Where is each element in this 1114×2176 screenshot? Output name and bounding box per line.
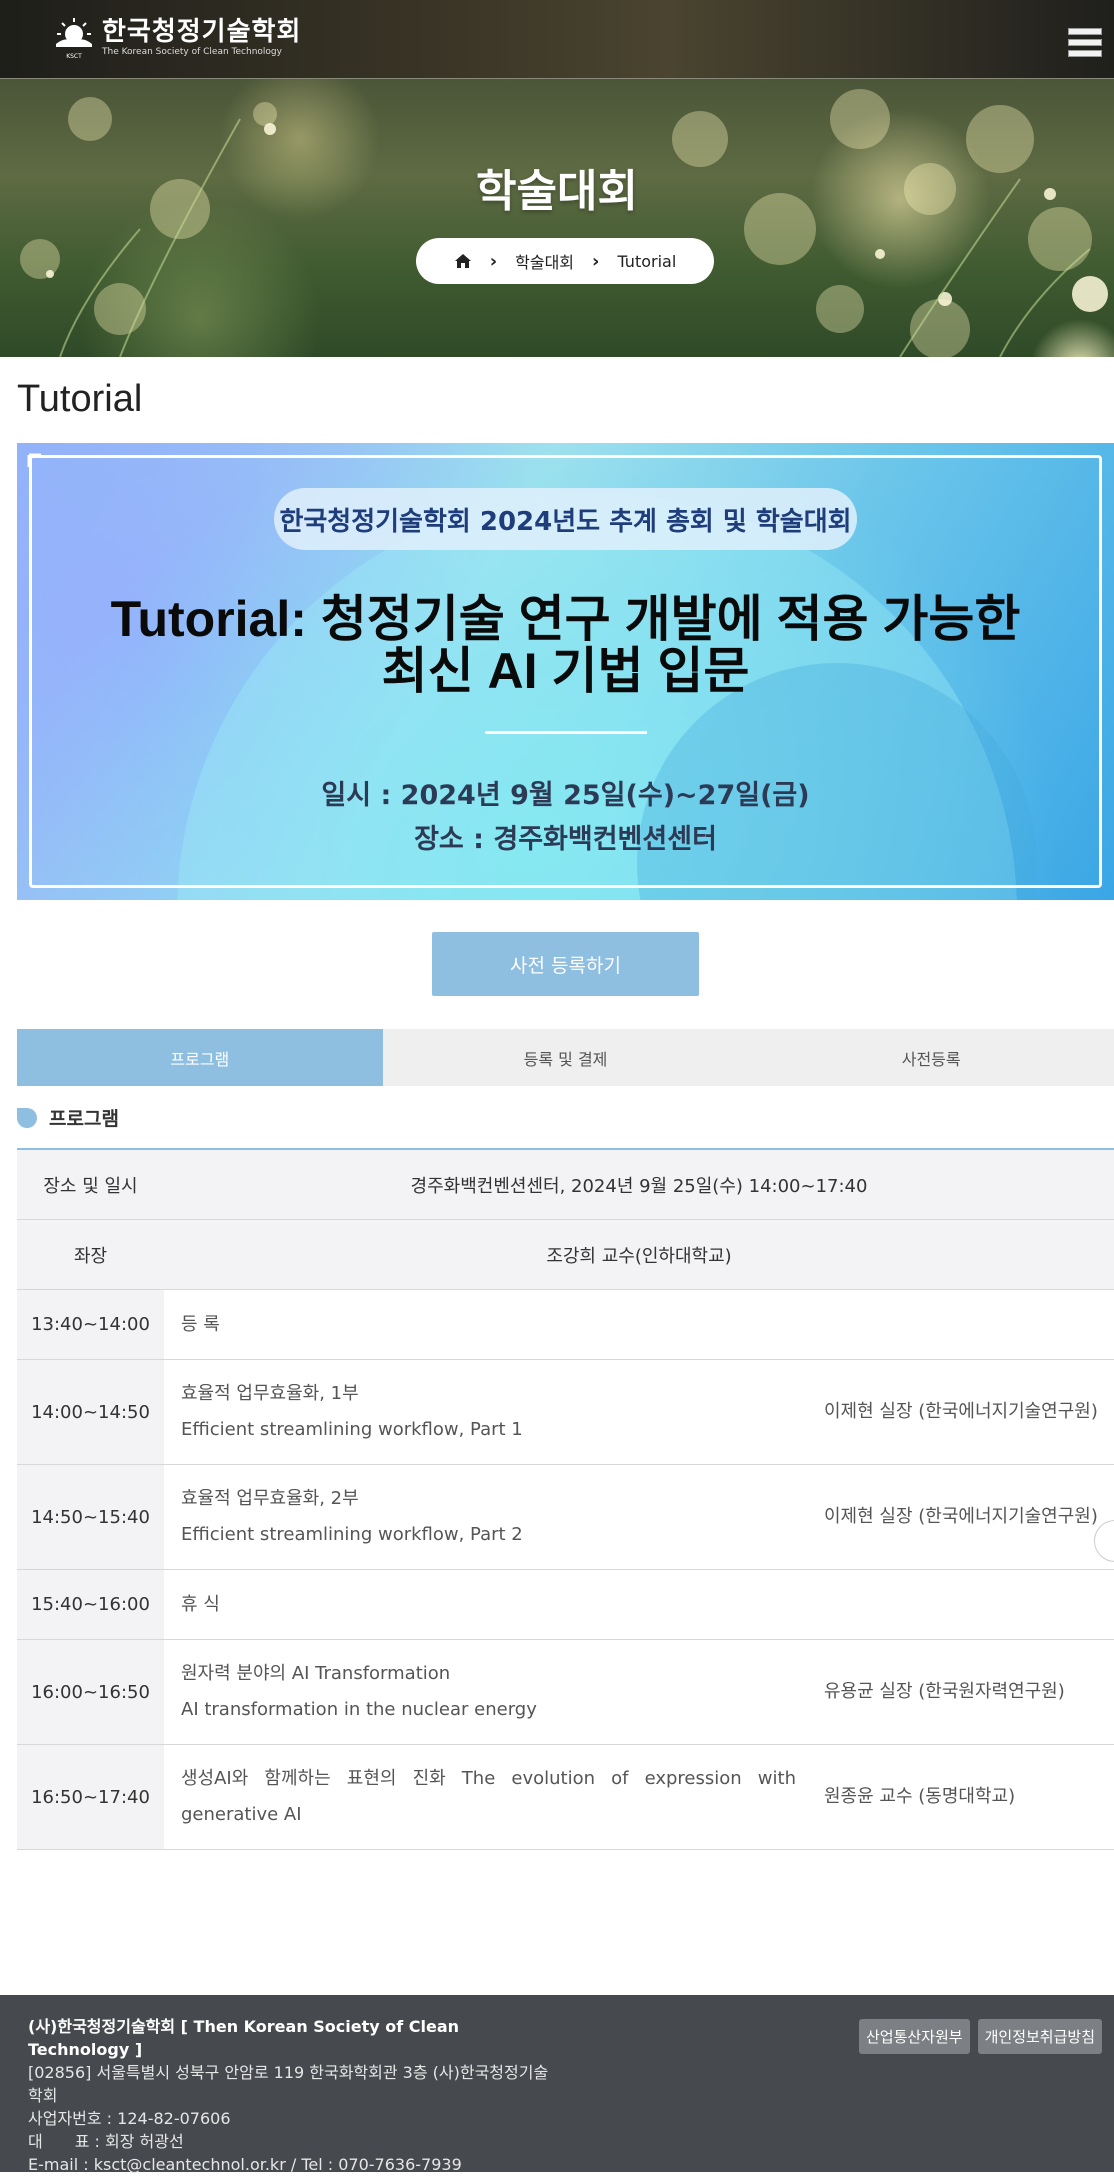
banner-divider [485, 731, 647, 734]
footer-privacy-link[interactable]: 개인정보취급방침 [977, 2019, 1102, 2054]
leaf-icon [17, 1107, 37, 1128]
footer-address: [02856] 서울특별시 성북구 안암로 119 한국화학회관 3층 (사)한… [28, 2063, 549, 2105]
home-icon[interactable] [454, 253, 472, 269]
session-title: 생성AI와 함께하는 표현의 진화 The evolution of expre… [164, 1744, 820, 1850]
session-title: 휴 식 [164, 1569, 1114, 1640]
banner-date: 일시 : 2024년 9월 25일(수)~27일(금) [321, 780, 810, 811]
chair-label: 좌장 [17, 1219, 164, 1290]
banner-event-chip: 한국청정기술학회 2024년도 추계 총회 및 학술대회 [274, 488, 857, 550]
svg-text:KSCT: KSCT [66, 53, 82, 60]
footer-ministry-link[interactable]: 산업통산자원부 [858, 2019, 970, 2054]
session-time: 16:50~17:40 [17, 1744, 164, 1850]
breadcrumb-item-conference[interactable]: 학술대회 [515, 249, 574, 273]
table-row: 16:50~17:40 생성AI와 함께하는 표현의 진화 The evolut… [17, 1744, 1114, 1850]
session-time: 16:00~16:50 [17, 1639, 164, 1745]
banner-headline: Tutorial: 청정기술 연구 개발에 적용 가능한 최신 AI 기법 입문 [17, 593, 1114, 697]
venue-label: 장소 및 일시 [17, 1149, 164, 1220]
section-title: 프로그램 [49, 1108, 119, 1130]
session-title: 효율적 업무효율화, 1부 [181, 1383, 359, 1404]
logo-korean-name: 한국청정기술학회 [102, 17, 302, 47]
footer-org-name: (사)한국청정기술학회 [ Then Korean Society of Cle… [28, 2017, 460, 2059]
session-speaker: 유용균 실장 (한국원자력연구원) [820, 1639, 1114, 1745]
tab-program[interactable]: 프로그램 [17, 1029, 383, 1086]
table-row: 13:40~14:00 등 록 [17, 1289, 1114, 1360]
tab-bar: 프로그램 등록 및 결제 사전등록 [17, 1029, 1114, 1086]
pre-register-button[interactable]: 사전 등록하기 [432, 932, 699, 996]
session-title-en: AI transformation in the nuclear energy [181, 1699, 537, 1720]
table-row: 좌장 조강희 교수(인하대학교) [17, 1219, 1114, 1290]
session-time: 15:40~16:00 [17, 1569, 164, 1640]
table-row: 14:50~15:40 효율적 업무효율화, 2부 Efficient stre… [17, 1464, 1114, 1570]
session-title-cell: 효율적 업무효율화, 1부 Efficient streamlining wor… [164, 1359, 820, 1465]
section-header: 프로그램 [17, 1104, 119, 1131]
schedule-table: 장소 및 일시 경주화백컨벤션센터, 2024년 9월 25일(수) 14:00… [17, 1148, 1114, 1850]
chevron-right-icon: › [592, 250, 600, 272]
footer: (사)한국청정기술학회 [ Then Korean Society of Cle… [0, 1995, 1114, 2174]
venue-value: 경주화백컨벤션센터, 2024년 9월 25일(수) 14:00~17:40 [164, 1149, 1114, 1220]
banner-headline-line1: Tutorial: 청정기술 연구 개발에 적용 가능한 [110, 591, 1021, 647]
top-bar: KSCT 한국청정기술학회 The Korean Society of Clea… [0, 0, 1114, 79]
chair-value: 조강희 교수(인하대학교) [164, 1219, 1114, 1290]
table-row: 장소 및 일시 경주화백컨벤션센터, 2024년 9월 25일(수) 14:00… [17, 1149, 1114, 1220]
chevron-right-icon: › [489, 250, 498, 272]
session-speaker: 이제현 실장 (한국에너지기술연구원) [820, 1359, 1114, 1465]
session-time: 14:50~15:40 [17, 1464, 164, 1570]
footer-contact: E-mail : ksct@cleantechnol.or.kr / Tel :… [28, 2155, 462, 2174]
session-title-cell: 원자력 분야의 AI Transformation AI transformat… [164, 1639, 820, 1745]
breadcrumb: › 학술대회 › Tutorial [416, 238, 714, 284]
session-title-en: Efficient streamlining workflow, Part 1 [181, 1419, 523, 1440]
session-speaker: 원종윤 교수 (동명대학교) [820, 1744, 1114, 1850]
session-title: 등 록 [164, 1289, 1114, 1360]
footer-representative: 대 표 : 회장 허광선 [28, 2132, 184, 2151]
table-row: 14:00~14:50 효율적 업무효율화, 1부 Efficient stre… [17, 1359, 1114, 1465]
logo-english-name: The Korean Society of Clean Technology [102, 47, 282, 57]
table-row: 15:40~16:00 휴 식 [17, 1569, 1114, 1640]
session-time: 13:40~14:00 [17, 1289, 164, 1360]
session-title-cell: 효율적 업무효율화, 2부 Efficient streamlining wor… [164, 1464, 820, 1570]
menu-icon[interactable] [1068, 28, 1102, 57]
footer-business-number: 사업자번호 : 124-82-07606 [28, 2109, 231, 2128]
hero-title: 학술대회 [476, 166, 638, 217]
banner-venue: 장소 : 경주화백컨벤션센터 [414, 824, 717, 855]
page-title: Tutorial [17, 378, 143, 420]
tab-registration-payment[interactable]: 등록 및 결제 [382, 1029, 749, 1086]
session-time: 14:00~14:50 [17, 1359, 164, 1465]
session-title: 효율적 업무효율화, 2부 [181, 1488, 359, 1509]
session-title: 원자력 분야의 AI Transformation [181, 1663, 451, 1684]
tab-pre-registration[interactable]: 사전등록 [748, 1029, 1114, 1086]
banner-headline-line2: 최신 AI 기법 입문 [381, 643, 750, 699]
breadcrumb-item-tutorial[interactable]: Tutorial [617, 252, 676, 271]
site-logo[interactable]: KSCT 한국청정기술학회 The Korean Society of Clea… [52, 16, 301, 60]
event-banner: 한국청정기술학회 2024년도 추계 총회 및 학술대회 Tutorial: 청… [17, 443, 1114, 900]
session-speaker: 이제현 실장 (한국에너지기술연구원) [820, 1464, 1114, 1570]
logo-emblem-icon: KSCT [52, 16, 96, 60]
session-title-en: Efficient streamlining workflow, Part 2 [181, 1524, 523, 1545]
table-row: 16:00~16:50 원자력 분야의 AI Transformation AI… [17, 1639, 1114, 1745]
